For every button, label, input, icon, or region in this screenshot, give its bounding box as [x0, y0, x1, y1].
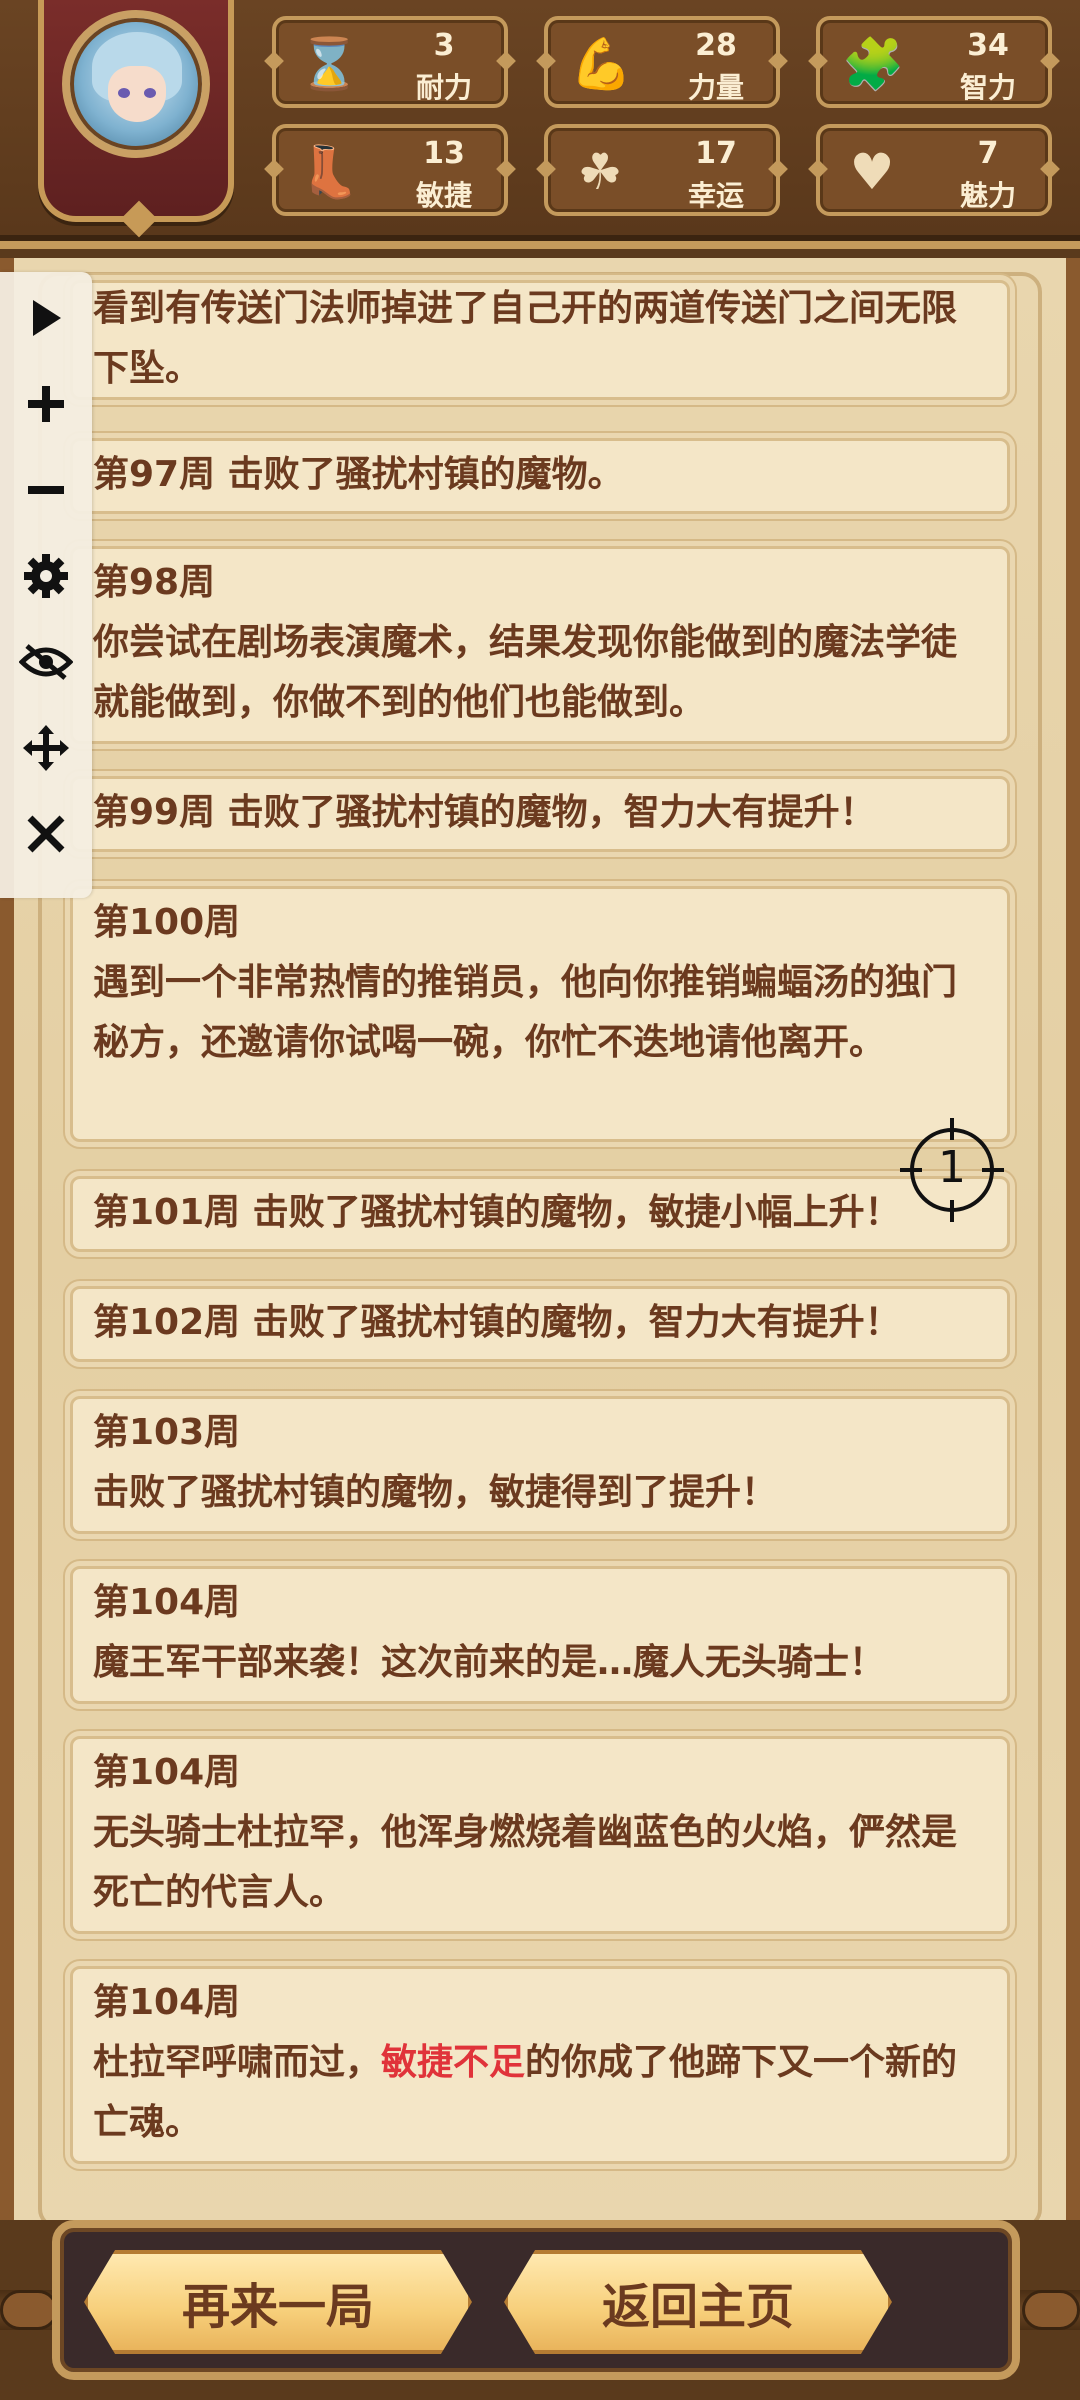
- log-entry: 第97周 击败了骚扰村镇的魔物。: [70, 438, 1010, 514]
- play-again-button[interactable]: 再来一局: [84, 2250, 472, 2354]
- stat-value: 17: [695, 136, 737, 171]
- log-entry: 第104周 无头骑士杜拉罕，他浑身燃烧着幽蓝色的火焰，俨然是死亡的代言人。: [70, 1736, 1010, 1934]
- log-text: 无头骑士杜拉罕，他浑身燃烧着幽蓝色的火焰，俨然是死亡的代言人。: [93, 1812, 958, 1913]
- log-week: 第98周: [93, 562, 216, 603]
- stat-charm: ♥ 7 魅力: [808, 124, 1060, 216]
- log-entry: 第99周 击败了骚扰村镇的魔物，智力大有提升！: [70, 776, 1010, 852]
- puzzle-icon: 🧩: [842, 35, 905, 93]
- log-entry: 第103周 击败了骚扰村镇的魔物，敏捷得到了提升！: [70, 1396, 1010, 1534]
- stat-label: 幸运: [687, 179, 744, 212]
- log-entry: 第101周 击败了骚扰村镇的魔物，敏捷小幅上升！: [70, 1176, 1010, 1252]
- log-text: 第102周 击败了骚扰村镇的魔物，智力大有提升！: [93, 1302, 901, 1343]
- stat-label: 智力: [959, 71, 1016, 104]
- log-week: 第103周: [93, 1412, 241, 1453]
- stat-value: 3: [433, 28, 455, 63]
- floating-toolbar: [0, 272, 92, 898]
- move-icon[interactable]: [14, 716, 78, 780]
- log-entry: 第102周 击败了骚扰村镇的魔物，智力大有提升！: [70, 1286, 1010, 1362]
- stat-label: 力量: [687, 71, 744, 104]
- highlight-text: 敏捷不足: [381, 2042, 526, 2083]
- log-entry: 看到有传送门法师掉进了自己开的两道传送门之间无限下坠。: [70, 280, 1010, 400]
- eye-off-icon[interactable]: [14, 630, 78, 694]
- log-text: 看到有传送门法师掉进了自己开的两道传送门之间无限下坠。: [93, 288, 958, 389]
- log-entry: 第98周 你尝试在剧场表演魔术，结果发现你能做到的魔法学徒就能做到，你做不到的他…: [70, 546, 1010, 744]
- avatar-eye: [118, 88, 130, 98]
- bottom-bar: 再来一局 返回主页: [0, 2220, 1080, 2400]
- stat-value: 13: [423, 136, 465, 171]
- heart-plus-icon: ♥: [849, 143, 895, 201]
- stat-strength: 💪 28 力量: [536, 16, 788, 108]
- log-text-start: 杜拉罕呼啸而过，: [93, 2042, 382, 2083]
- plus-icon[interactable]: [14, 372, 78, 436]
- log-entry: 第104周 魔王军干部来袭！这次前来的是…魔人无头骑士！: [70, 1566, 1010, 1704]
- log-text: 你尝试在剧场表演魔术，结果发现你能做到的魔法学徒就能做到，你做不到的他们也能做到…: [93, 622, 958, 723]
- status-header: ⌛ 3 耐力 💪 28 力量 🧩 34 智力 👢 13 敏捷 ☘ 17 幸运 ♥…: [0, 0, 1080, 249]
- stat-value: 7: [977, 136, 999, 171]
- stat-value: 34: [967, 28, 1009, 63]
- log-text: 遇到一个非常热情的推销员，他向你推销蝙蝠汤的独门秘方，还邀请你试喝一碗，你忙不迭…: [93, 962, 958, 1063]
- hourglass-icon: ⌛: [298, 35, 361, 93]
- log-entry: 第104周 杜拉罕呼啸而过，敏捷不足的你成了他蹄下又一个新的亡魂。: [70, 1966, 1010, 2164]
- portrait-tip: [120, 200, 158, 238]
- rail-knob: [1022, 2290, 1080, 2330]
- log-entry: 第100周 遇到一个非常热情的推销员，他向你推销蝙蝠汤的独门秘方，还邀请你试喝一…: [70, 886, 1010, 1142]
- stat-value: 28: [695, 28, 737, 63]
- avatar-eye: [144, 88, 156, 98]
- stat-label: 魅力: [959, 179, 1016, 212]
- stat-luck: ☘ 17 幸运: [536, 124, 788, 216]
- tap-target-crosshair: 1: [900, 1118, 1004, 1222]
- character-portrait[interactable]: [38, 0, 234, 238]
- log-week: 第100周: [93, 902, 241, 943]
- log-week: 第104周: [93, 1982, 241, 2023]
- stat-intelligence: 🧩 34 智力: [808, 16, 1060, 108]
- avatar-face: [108, 66, 166, 122]
- crosshair-label: 1: [938, 1142, 966, 1193]
- log-text: 杜拉罕呼啸而过，敏捷不足的你成了他蹄下又一个新的亡魂。: [93, 2033, 987, 2153]
- log-text: 第97周 击败了骚扰村镇的魔物。: [93, 454, 624, 495]
- stat-label: 耐力: [415, 71, 472, 104]
- minus-icon[interactable]: [14, 458, 78, 522]
- muscle-icon: 💪: [570, 35, 633, 93]
- log-week: 第104周: [93, 1582, 241, 1623]
- gear-icon[interactable]: [14, 544, 78, 608]
- log-text: 击败了骚扰村镇的魔物，敏捷得到了提升！: [93, 1472, 778, 1513]
- log-week: 第104周: [93, 1752, 241, 1793]
- stat-agility: 👢 13 敏捷: [264, 124, 516, 216]
- return-home-button[interactable]: 返回主页: [504, 2250, 892, 2354]
- clover-icon: ☘: [577, 143, 623, 201]
- avatar: [62, 10, 210, 158]
- stat-label: 敏捷: [415, 179, 472, 212]
- stat-stamina: ⌛ 3 耐力: [264, 16, 516, 108]
- close-icon[interactable]: [14, 802, 78, 866]
- log-text: 第99周 击败了骚扰村镇的魔物，智力大有提升！: [93, 792, 876, 833]
- log-text: 魔王军干部来袭！这次前来的是…魔人无头骑士！: [93, 1642, 886, 1683]
- log-text: 第101周 击败了骚扰村镇的魔物，敏捷小幅上升！: [93, 1192, 901, 1233]
- rail-knob: [0, 2290, 58, 2330]
- play-icon[interactable]: [14, 286, 78, 350]
- boot-icon: 👢: [298, 143, 361, 201]
